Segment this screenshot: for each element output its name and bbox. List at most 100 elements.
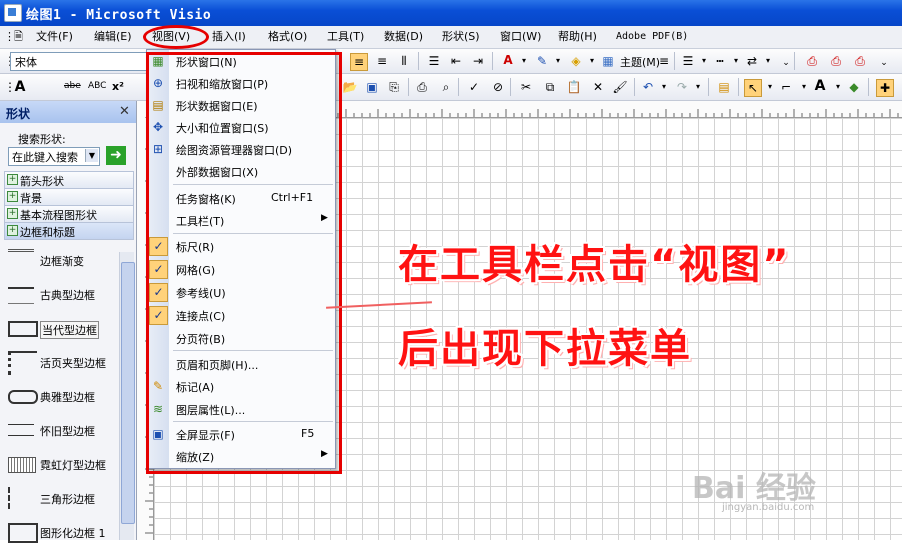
- fill-color-icon[interactable]: ◈: [568, 53, 584, 69]
- search-shapes-input[interactable]: 在此键入搜索 ▼: [8, 147, 100, 166]
- adobe-pdf-review-icon[interactable]: ⎙: [852, 53, 868, 69]
- open-icon[interactable]: 📂: [342, 79, 358, 95]
- stencil-basic-flowchart[interactable]: + 基本流程图形状: [4, 205, 134, 223]
- toolbar-options-icon[interactable]: ⌄: [778, 55, 794, 71]
- copy-icon[interactable]: ⧉: [542, 79, 558, 95]
- permission-icon[interactable]: ⎘: [386, 79, 402, 95]
- search-go-arrow-icon[interactable]: ➜: [106, 146, 126, 165]
- separator: [634, 78, 635, 96]
- print-icon[interactable]: ⎙: [414, 79, 430, 95]
- chevron-down-icon[interactable]: ▾: [796, 79, 812, 95]
- menu-tools[interactable]: 工具(T): [327, 29, 364, 45]
- line-ends-icon[interactable]: ⇄: [744, 53, 760, 69]
- format-painter-icon[interactable]: 🖌: [612, 79, 628, 95]
- border-shape-icon: [8, 249, 34, 274]
- visio-app-icon[interactable]: [4, 4, 22, 22]
- paste-icon[interactable]: 📋: [566, 79, 582, 95]
- baidu-watermark: Bai 经验: [692, 471, 816, 506]
- delete-icon[interactable]: ✕: [590, 79, 606, 95]
- shape-label: 三角形边框: [40, 493, 95, 506]
- bullets-icon[interactable]: ☰: [426, 53, 442, 69]
- border-shape-icon: [8, 424, 34, 436]
- shape-item[interactable]: 当代型边框: [4, 313, 116, 343]
- shape-item[interactable]: 三角形边框: [4, 483, 116, 513]
- shapes-icon[interactable]: ▤: [716, 79, 732, 95]
- scrollbar-thumb[interactable]: [121, 262, 135, 524]
- font-name-select[interactable]: 宋体: [10, 52, 148, 71]
- menu-format[interactable]: 格式(O): [268, 29, 307, 45]
- shape-item[interactable]: 图形化边框 1: [4, 517, 116, 547]
- shape-item[interactable]: 边框渐变: [4, 245, 116, 275]
- chevron-down-icon[interactable]: ▼: [85, 149, 98, 162]
- toolbar-options-icon[interactable]: ⌄: [876, 55, 892, 71]
- line-weight-icon[interactable]: ☰: [680, 53, 696, 69]
- spelling-icon[interactable]: ✓: [466, 79, 482, 95]
- border-shape-icon: [8, 351, 37, 375]
- align-center-icon[interactable]: ≡: [350, 53, 368, 71]
- shapes-scrollbar[interactable]: [119, 252, 135, 540]
- strikethrough-button[interactable]: abe: [64, 81, 81, 91]
- bold-a-icon[interactable]: A: [12, 79, 28, 95]
- chevron-down-icon[interactable]: ▾: [516, 53, 532, 69]
- shape-item[interactable]: 古典型边框: [4, 279, 116, 309]
- chevron-down-icon[interactable]: ▾: [760, 53, 776, 69]
- chevron-down-icon[interactable]: ▾: [830, 79, 846, 95]
- menu-insert[interactable]: 插入(I): [212, 29, 246, 45]
- chevron-down-icon[interactable]: ▾: [762, 79, 778, 95]
- chevron-down-icon[interactable]: ▾: [690, 79, 706, 95]
- shape-label: 图形化边框 1: [40, 527, 106, 540]
- adobe-pdf-icon[interactable]: ⎙: [804, 53, 820, 69]
- redo-icon[interactable]: ↷: [674, 79, 690, 95]
- search-placeholder: 在此键入搜索: [12, 151, 78, 164]
- text-tool-icon[interactable]: A: [812, 78, 828, 94]
- chevron-down-icon[interactable]: ▾: [584, 53, 600, 69]
- baidu-watermark-url: jingyan.baidu.com: [722, 502, 815, 513]
- connection-point-tool-icon[interactable]: ✚: [876, 79, 894, 97]
- theme-button[interactable]: 主题(M): [620, 54, 660, 70]
- menu-file[interactable]: 文件(F): [36, 29, 73, 45]
- close-icon[interactable]: ✕: [119, 104, 130, 119]
- research-icon[interactable]: ⊘: [490, 79, 506, 95]
- border-shape-icon: [8, 487, 36, 509]
- adobe-pdf-email-icon[interactable]: ⎙: [828, 53, 844, 69]
- drawing-tools-icon[interactable]: ◆: [846, 79, 862, 95]
- increase-indent-icon[interactable]: ⇥: [470, 53, 486, 69]
- connector-tool-icon[interactable]: ⌐: [778, 79, 794, 95]
- shape-item[interactable]: 典雅型边框: [4, 381, 116, 411]
- pointer-tool-icon[interactable]: ↖: [744, 79, 762, 97]
- shape-label: 古典型边框: [40, 289, 95, 302]
- shape-item[interactable]: 怀旧型边框: [4, 415, 116, 445]
- menu-window[interactable]: 窗口(W): [500, 29, 541, 45]
- menu-help[interactable]: 帮助(H): [558, 29, 597, 45]
- justify-icon[interactable]: ⦀: [396, 53, 412, 69]
- superscript-button[interactable]: x²: [112, 80, 124, 93]
- separator: [418, 52, 419, 70]
- small-caps-button[interactable]: ABC: [88, 81, 106, 91]
- theme-options-icon[interactable]: ≡: [656, 53, 672, 69]
- undo-icon[interactable]: ↶: [640, 79, 656, 95]
- menu-edit[interactable]: 编辑(E): [94, 29, 132, 45]
- align-right-icon[interactable]: ≡: [374, 53, 390, 69]
- border-shape-icon: [8, 287, 34, 304]
- menu-adobe-pdf[interactable]: Adobe PDF(B): [616, 29, 688, 45]
- chevron-down-icon[interactable]: ▾: [728, 53, 744, 69]
- shape-item[interactable]: 霓虹灯型边框: [4, 449, 116, 479]
- theme-icon[interactable]: ▦: [600, 53, 616, 69]
- decrease-indent-icon[interactable]: ⇤: [448, 53, 464, 69]
- font-color-icon[interactable]: A: [500, 52, 516, 68]
- chevron-down-icon[interactable]: ▾: [696, 53, 712, 69]
- print-preview-icon[interactable]: ⌕: [438, 79, 454, 95]
- cut-icon[interactable]: ✂: [518, 79, 534, 95]
- chevron-down-icon[interactable]: ▾: [550, 53, 566, 69]
- line-color-icon[interactable]: ✎: [534, 53, 550, 69]
- stencil-arrow-shapes[interactable]: + 箭头形状: [4, 171, 134, 189]
- stencil-borders-titles[interactable]: + 边框和标题: [4, 222, 134, 240]
- save-icon[interactable]: ▣: [364, 79, 380, 95]
- chevron-down-icon[interactable]: ▾: [656, 79, 672, 95]
- stencil-backgrounds[interactable]: + 背景: [4, 188, 134, 206]
- separator: [794, 52, 795, 70]
- menu-data[interactable]: 数据(D): [384, 29, 423, 45]
- menu-shape[interactable]: 形状(S): [442, 29, 480, 45]
- shape-item[interactable]: 活页夹型边框: [4, 347, 116, 377]
- line-pattern-icon[interactable]: ┅: [712, 53, 728, 69]
